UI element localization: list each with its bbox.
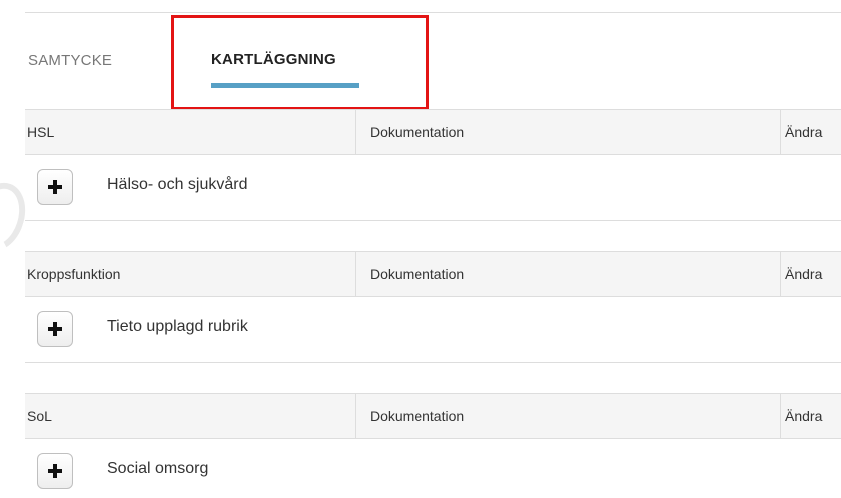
changed-column-header: Ändra	[780, 252, 841, 296]
section-header: Kroppsfunktion Dokumentation Ändra	[25, 251, 841, 297]
documentation-column-header: Dokumentation	[355, 110, 780, 154]
changed-column-header: Ändra	[780, 394, 841, 438]
tab-label: SAMTYCKE	[28, 52, 113, 69]
changed-column-header: Ändra	[780, 110, 841, 154]
plus-icon	[48, 322, 62, 336]
add-sol-button[interactable]	[37, 453, 73, 489]
section-title: SoL	[27, 408, 52, 424]
list-item: Tieto upplagd rubrik	[25, 297, 841, 363]
section-title: Kroppsfunktion	[27, 266, 121, 282]
item-label: Social omsorg	[107, 460, 209, 477]
add-kroppsfunktion-button[interactable]	[37, 311, 73, 347]
tab-bar: SAMTYCKE KARTLÄGGNING	[28, 40, 841, 90]
tab-samtycke[interactable]: SAMTYCKE	[28, 40, 112, 90]
active-tab-indicator	[211, 83, 359, 88]
item-label: Hälso- och sjukvård	[107, 176, 248, 193]
documentation-column-header: Dokumentation	[355, 252, 780, 296]
page: SAMTYCKE KARTLÄGGNING HSL Dokumentation …	[0, 0, 841, 498]
section-header: SoL Dokumentation Ändra	[25, 393, 841, 439]
list-item: Social omsorg	[25, 439, 841, 498]
plus-icon	[48, 180, 62, 194]
add-hsl-button[interactable]	[37, 169, 73, 205]
section-title: HSL	[27, 124, 55, 140]
item-label: Tieto upplagd rubrik	[107, 318, 248, 335]
documentation-column-header: Dokumentation	[355, 394, 780, 438]
tab-kartlaggning[interactable]: KARTLÄGGNING	[211, 40, 359, 90]
section-header: HSL Dokumentation Ändra	[25, 109, 841, 155]
plus-icon	[48, 464, 62, 478]
top-divider	[25, 12, 841, 13]
list-item: Hälso- och sjukvård	[25, 155, 841, 221]
tab-label: KARTLÄGGNING	[211, 51, 336, 68]
